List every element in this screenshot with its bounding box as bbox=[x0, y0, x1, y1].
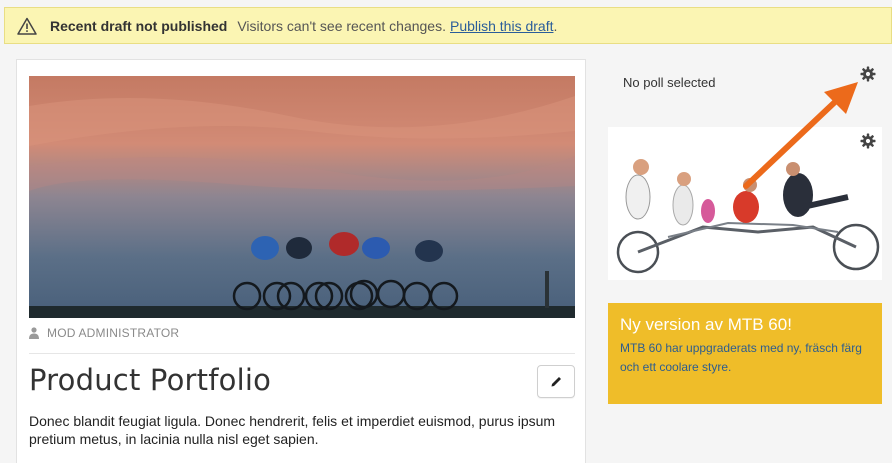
page-title: Product Portfolio bbox=[29, 363, 272, 397]
author-name: MOD ADMINISTRATOR bbox=[47, 326, 180, 340]
article-card: MOD ADMINISTRATOR Product Portfolio Done… bbox=[16, 59, 586, 463]
divider bbox=[29, 353, 575, 354]
hero-image bbox=[29, 76, 575, 318]
poll-status: No poll selected bbox=[623, 75, 716, 90]
tandem-bike-image bbox=[608, 127, 882, 280]
promo-box: Ny version av MTB 60! MTB 60 har uppgrad… bbox=[608, 303, 882, 404]
user-icon bbox=[29, 327, 39, 339]
edit-button[interactable] bbox=[537, 365, 575, 398]
gear-icon[interactable] bbox=[860, 66, 876, 82]
author-line: MOD ADMINISTRATOR bbox=[29, 326, 179, 340]
alert-title: Recent draft not published bbox=[50, 17, 228, 34]
gear-icon[interactable] bbox=[860, 133, 876, 149]
promo-title: Ny version av MTB 60! bbox=[620, 315, 792, 334]
article-body: Donec blandit feugiat ligula. Donec hend… bbox=[29, 413, 556, 447]
warning-icon bbox=[17, 17, 37, 35]
draft-alert: Recent draft not published Visitors can'… bbox=[4, 7, 892, 44]
alert-punct: . bbox=[553, 17, 558, 34]
publish-draft-link[interactable]: Publish this draft bbox=[450, 18, 554, 34]
promo-text[interactable]: MTB 60 har uppgraderats med ny, fräsch f… bbox=[620, 339, 870, 377]
alert-text: Visitors can't see recent changes. bbox=[237, 17, 446, 34]
pencil-icon bbox=[551, 377, 561, 387]
